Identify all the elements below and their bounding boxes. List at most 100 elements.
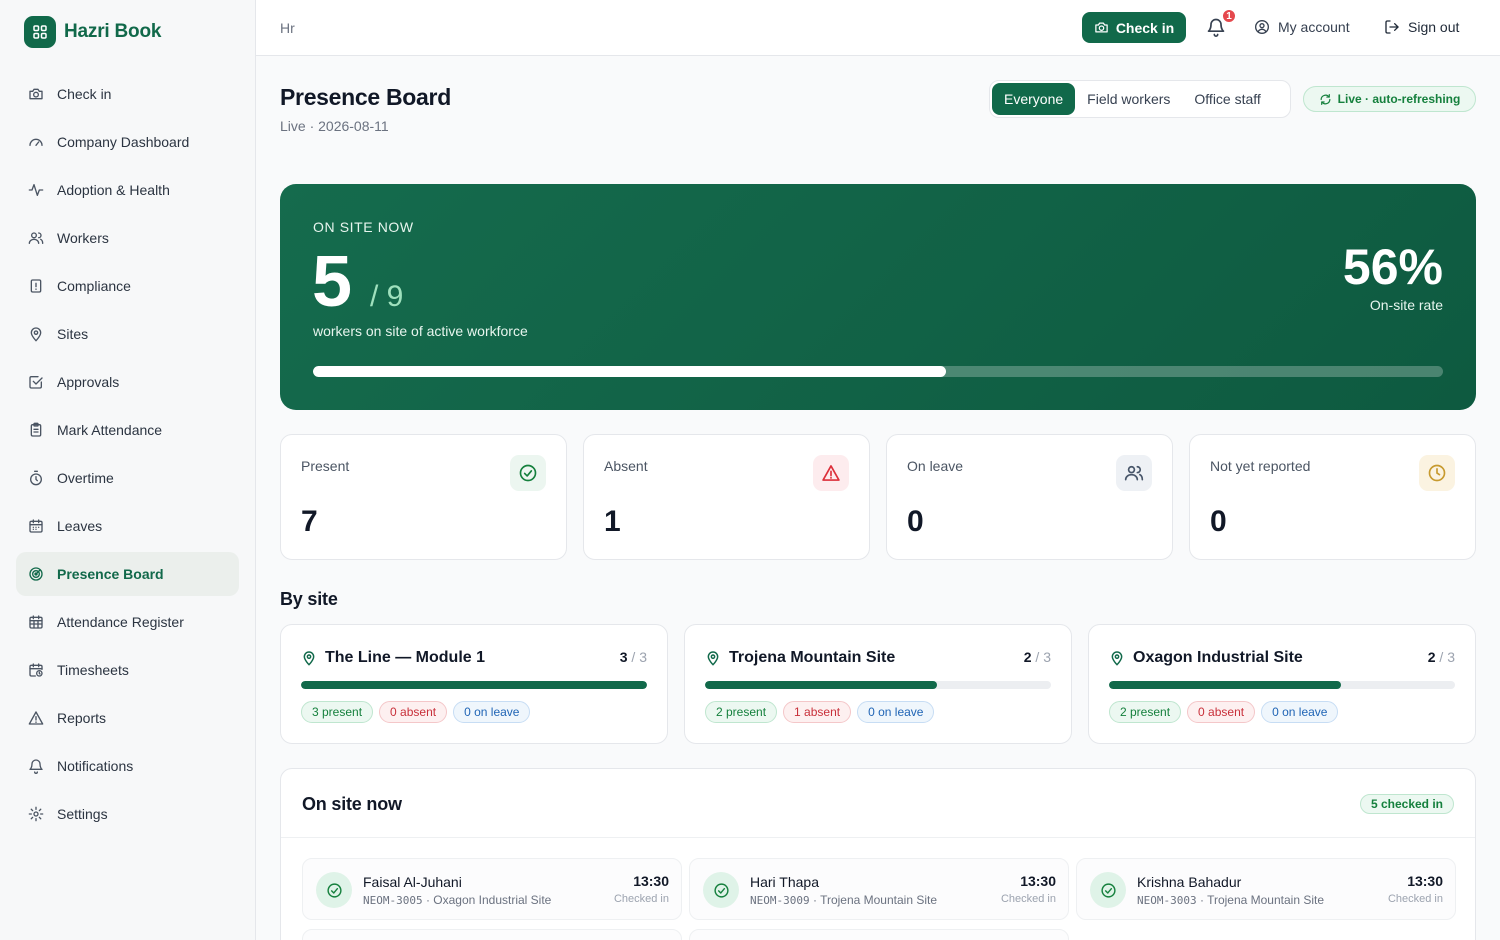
site-card[interactable]: Oxagon Industrial Site 2 / 3 2 present 0… [1088,624,1476,744]
site-name: Trojena Mountain Site [729,649,896,666]
sidebar-item-timesheets[interactable]: Timesheets [16,648,239,692]
absent-chip: 0 absent [1187,701,1256,723]
sidebar-item-reports[interactable]: Reports [16,696,239,740]
on-site-summary-card: ON SITE NOW 5 / 9 workers on site of act… [280,184,1476,410]
gauge-icon [29,138,43,146]
site-total: / 3 [631,649,647,665]
brand-logo-icon [24,16,56,48]
sidebar-item-label: Presence Board [57,566,164,582]
sidebar-item-mark-attendance[interactable]: Mark Attendance [16,408,239,452]
filter-field-workers[interactable]: Field workers [1075,83,1182,115]
sign-out-link[interactable]: Sign out [1384,19,1459,35]
topbar: Hr Check in 1 My account Sign out [256,0,1500,56]
person-card-partial[interactable] [302,929,682,940]
site-present-count: 3 [619,649,628,665]
user-circle-icon [1255,20,1269,34]
site-count: 2 / 3 [1428,649,1455,665]
check-in-button[interactable]: Check in [1082,12,1186,43]
site-progress-bar [301,681,647,689]
present-chip: 2 present [1109,701,1182,723]
person-card[interactable]: Faisal Al-Juhani NEOM-3005 · Oxagon Indu… [302,858,682,920]
site-name: The Line — Module 1 [325,649,486,666]
absent-chip: 1 absent [783,701,852,723]
sidebar-item-check-in[interactable]: Check in [16,72,239,116]
checked-in-count-badge: 5 checked in [1359,794,1454,814]
map-pin-icon [1111,651,1123,666]
clipboard-icon [30,422,42,437]
users-icon [1116,455,1152,491]
sidebar-item-workers[interactable]: Workers [16,216,239,260]
users-icon [28,232,44,244]
stat-value: 0 [907,505,924,538]
person-meta: NEOM-3003 · Trojena Mountain Site [1137,893,1325,907]
check-circle-icon [316,872,352,908]
check-circle-icon [510,455,546,491]
check-in-status: Checked in [613,893,669,905]
audience-filter: Everyone Field workers Office staff [989,80,1291,118]
camera-icon [29,88,43,100]
stat-label: Present [301,458,350,474]
person-code: NEOM-3005 [363,894,423,907]
my-account-link[interactable]: My account [1254,19,1350,35]
stat-card-on-leave: On leave 0 [886,434,1173,560]
stat-card-absent: Absent 1 [583,434,870,560]
activity-icon [28,184,44,196]
on-leave-chip: 0 on leave [1261,701,1339,723]
breadcrumb[interactable]: Hr [280,20,295,36]
sidebar-item-adoption-health[interactable]: Adoption & Health [16,168,239,212]
on-site-now-panel: On site now 5 checked in Faisal Al-Juhan… [280,768,1476,940]
check-in-status: Checked in [1000,893,1056,905]
on-site-count: 5 [312,242,353,322]
sidebar-item-presence-board[interactable]: Presence Board [16,552,239,596]
on-site-rate: 56% [1342,239,1443,295]
filter-office-staff[interactable]: Office staff [1182,83,1272,115]
sidebar: Hazri Book Check in Company Dashboard Ad… [0,0,256,940]
sidebar-item-leaves[interactable]: Leaves [16,504,239,548]
site-card[interactable]: Trojena Mountain Site 2 / 3 2 present 1 … [684,624,1072,744]
file-alert-icon [30,279,42,293]
sidebar-item-notifications[interactable]: Notifications [16,744,239,788]
brand[interactable]: Hazri Book [24,16,161,48]
clock-icon [1419,455,1455,491]
sidebar-item-label: Notifications [57,758,134,774]
sidebar-item-approvals[interactable]: Approvals [16,360,239,404]
timer-icon [30,470,42,486]
person-site: Oxagon Industrial Site [433,893,552,907]
sidebar-item-overtime[interactable]: Overtime [16,456,239,500]
on-leave-chip: 0 on leave [857,701,935,723]
triangle-alert-icon [28,711,44,725]
person-card[interactable]: Hari Thapa NEOM-3009 · Trojena Mountain … [689,858,1069,920]
sidebar-item-company-dashboard[interactable]: Company Dashboard [16,120,239,164]
sidebar-item-attendance-register[interactable]: Attendance Register [16,600,239,644]
stat-value: 1 [604,505,621,538]
gear-icon [28,806,44,822]
filter-everyone[interactable]: Everyone [992,83,1076,115]
person-card-partial[interactable] [689,929,1069,940]
site-present-count: 2 [1427,649,1436,665]
stat-label: Absent [604,458,648,474]
sidebar-item-compliance[interactable]: Compliance [16,264,239,308]
live-status-badge: Live · auto-refreshing [1303,86,1476,112]
calendar-grid-icon [29,615,43,629]
map-pin-icon [303,651,315,666]
site-card[interactable]: The Line — Module 1 3 / 3 3 present 0 ab… [280,624,668,744]
alert-triangle-icon [813,455,849,491]
radar-icon [29,567,43,581]
person-name: Hari Thapa [750,874,820,890]
check-circle-icon [1090,872,1126,908]
sidebar-item-sites[interactable]: Sites [16,312,239,356]
stat-label: Not yet reported [1210,458,1311,474]
person-card[interactable]: Krishna Bahadur NEOM-3003 · Trojena Moun… [1076,858,1456,920]
sidebar-nav: Check in Company Dashboard Adoption & He… [16,72,239,840]
stat-value: 7 [301,505,318,538]
stat-label: On leave [907,458,964,474]
absent-chip: 0 absent [379,701,448,723]
sidebar-item-label: Company Dashboard [57,134,190,150]
sidebar-item-label: Attendance Register [57,614,184,630]
sign-out-label: Sign out [1408,19,1460,35]
map-pin-icon [30,327,42,342]
bell-icon [29,759,43,774]
check-circle-icon [703,872,739,908]
sidebar-item-settings[interactable]: Settings [16,792,239,836]
stat-card-not-yet-reported: Not yet reported 0 [1189,434,1476,560]
